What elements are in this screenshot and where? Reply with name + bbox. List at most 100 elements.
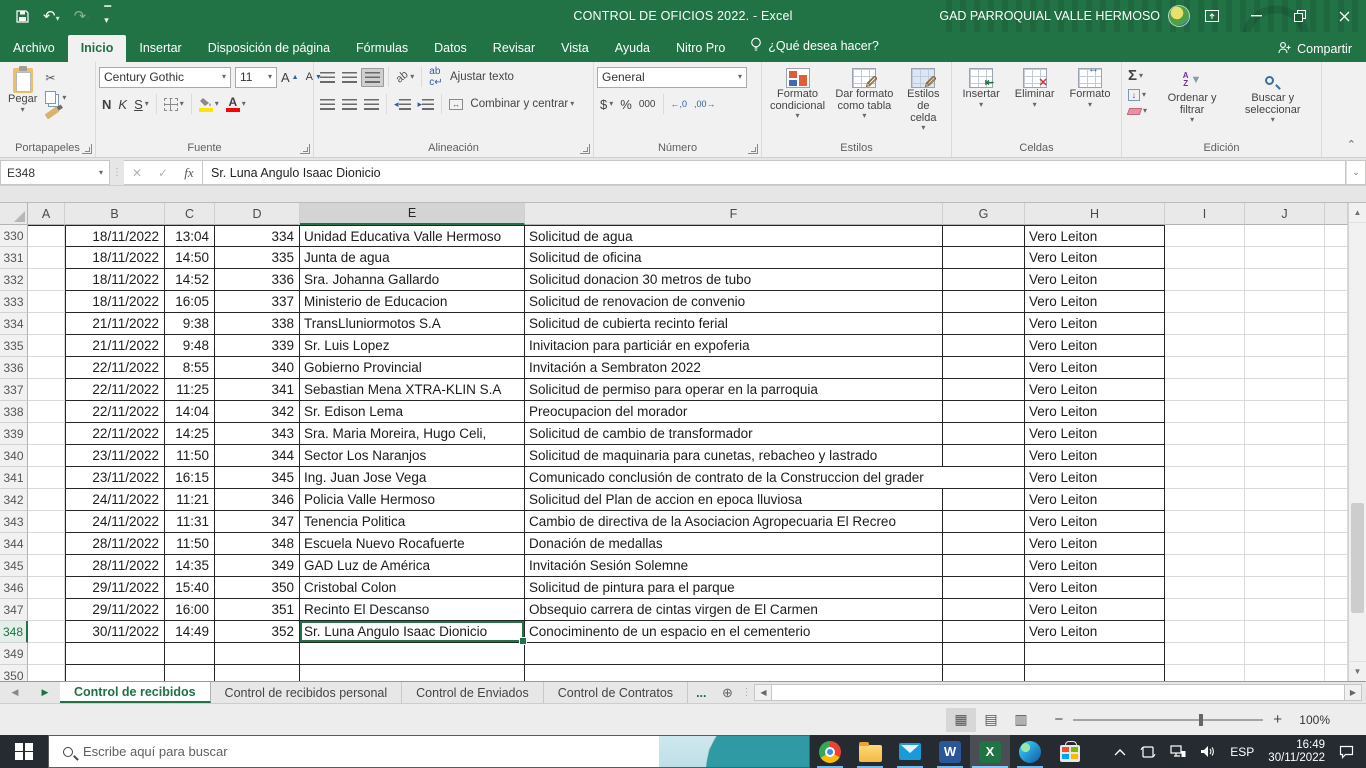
cell-B335[interactable]: 21/11/2022 <box>65 335 165 357</box>
tab-inicio[interactable]: Inicio <box>68 35 127 62</box>
cell-partial-340[interactable] <box>1325 445 1348 467</box>
cell-partial-344[interactable] <box>1325 533 1348 555</box>
horizontal-scroll-thumb[interactable] <box>771 685 1345 700</box>
sheet-nav-left-icon[interactable]: ◀ <box>0 682 30 703</box>
scroll-up-arrow[interactable]: ▲ <box>1349 203 1366 223</box>
cell-J332[interactable] <box>1245 269 1325 291</box>
scroll-down-arrow[interactable]: ▼ <box>1349 661 1366 681</box>
cell-A348[interactable] <box>28 621 65 643</box>
cell-J343[interactable] <box>1245 511 1325 533</box>
align-middle-button[interactable] <box>339 69 360 86</box>
borders-button[interactable]: ▾ <box>161 96 187 113</box>
zoom-slider[interactable] <box>1073 719 1263 721</box>
cell-H348[interactable]: Vero Leiton <box>1025 621 1165 643</box>
cell-J350[interactable] <box>1245 665 1325 681</box>
cell-I350[interactable] <box>1165 665 1245 681</box>
row-header-335[interactable]: 335 <box>0 335 28 357</box>
save-icon[interactable] <box>16 10 29 23</box>
cell-E345[interactable]: GAD Luz de América <box>300 555 525 577</box>
cell-I343[interactable] <box>1165 511 1245 533</box>
cell-A350[interactable] <box>28 665 65 681</box>
name-box[interactable]: E348 ▾ <box>0 160 110 185</box>
tab-disposicion[interactable]: Disposición de página <box>195 35 343 62</box>
row-header-343[interactable]: 343 <box>0 511 28 533</box>
cell-E330[interactable]: Unidad Educativa Valle Hermoso <box>300 225 525 247</box>
cell-A349[interactable] <box>28 643 65 665</box>
normal-view-button[interactable]: ▦ <box>946 708 976 732</box>
cell-C341[interactable]: 16:15 <box>165 467 215 489</box>
close-button[interactable] <box>1322 0 1366 32</box>
cell-G350[interactable] <box>943 665 1025 681</box>
cell-F339[interactable]: Solicitud de cambio de transformador <box>525 423 943 445</box>
cell-partial-343[interactable] <box>1325 511 1348 533</box>
cell-A333[interactable] <box>28 291 65 313</box>
cell-partial-335[interactable] <box>1325 335 1348 357</box>
cell-D338[interactable]: 342 <box>215 401 300 423</box>
font-dialog-launcher[interactable] <box>300 144 310 154</box>
cell-B345[interactable]: 28/11/2022 <box>65 555 165 577</box>
cell-C338[interactable]: 14:04 <box>165 401 215 423</box>
cell-G347[interactable] <box>943 599 1025 621</box>
scroll-left-arrow[interactable]: ◀ <box>755 685 771 700</box>
zoom-slider-thumb[interactable] <box>1199 714 1203 726</box>
font-size-combo[interactable]: 11▾ <box>235 67 277 88</box>
cell-G337[interactable] <box>943 379 1025 401</box>
cell-J335[interactable] <box>1245 335 1325 357</box>
cell-A335[interactable] <box>28 335 65 357</box>
cell-I334[interactable] <box>1165 313 1245 335</box>
cell-F343[interactable]: Cambio de directiva de la Asociacion Agr… <box>525 511 943 533</box>
cell-D330[interactable]: 334 <box>215 225 300 247</box>
cell-F335[interactable]: Inivitacion para particiár en expoferia <box>525 335 943 357</box>
taskbar-word[interactable]: W <box>930 735 970 768</box>
taskbar-clock[interactable]: 16:49 30/11/2022 <box>1268 739 1325 765</box>
number-format-combo[interactable]: General▾ <box>597 67 747 88</box>
cell-I341[interactable] <box>1165 467 1245 489</box>
cell-E331[interactable]: Junta de agua <box>300 247 525 269</box>
cell-F344[interactable]: Donación de medallas <box>525 533 943 555</box>
cell-I349[interactable] <box>1165 643 1245 665</box>
cell-G344[interactable] <box>943 533 1025 555</box>
cell-I337[interactable] <box>1165 379 1245 401</box>
cell-partial-336[interactable] <box>1325 357 1348 379</box>
cell-B336[interactable]: 22/11/2022 <box>65 357 165 379</box>
cell-C330[interactable]: 13:04 <box>165 225 215 247</box>
row-header-331[interactable]: 331 <box>0 247 28 269</box>
cell-I338[interactable] <box>1165 401 1245 423</box>
cell-partial-350[interactable] <box>1325 665 1348 681</box>
cell-C333[interactable]: 16:05 <box>165 291 215 313</box>
format-cells-button[interactable]: ↔ Formato▾ <box>1065 65 1116 112</box>
cell-A343[interactable] <box>28 511 65 533</box>
percent-button[interactable]: % <box>617 95 635 114</box>
minimize-button[interactable] <box>1234 0 1278 32</box>
cell-C343[interactable]: 11:31 <box>165 511 215 533</box>
insert-cells-button[interactable]: ⇤ Insertar▾ <box>958 65 1005 112</box>
cell-H332[interactable]: Vero Leiton <box>1025 269 1165 291</box>
cell-J333[interactable] <box>1245 291 1325 313</box>
vertical-scrollbar[interactable]: ▲ ▼ <box>1348 203 1366 681</box>
cell-partial-346[interactable] <box>1325 577 1348 599</box>
tab-nitro-pro[interactable]: Nitro Pro <box>663 35 738 62</box>
cell-partial-330[interactable] <box>1325 225 1348 247</box>
cell-I336[interactable] <box>1165 357 1245 379</box>
row-header-346[interactable]: 346 <box>0 577 28 599</box>
cell-E332[interactable]: Sra. Johanna Gallardo <box>300 269 525 291</box>
cell-F346[interactable]: Solicitud de pintura para el parque <box>525 577 943 599</box>
cell-F333[interactable]: Solicitud de renovacion de convenio <box>525 291 943 313</box>
cell-C347[interactable]: 16:00 <box>165 599 215 621</box>
insert-function-icon[interactable]: fx <box>176 165 202 181</box>
cell-J334[interactable] <box>1245 313 1325 335</box>
cell-D344[interactable]: 348 <box>215 533 300 555</box>
cell-E341[interactable]: Ing. Juan Jose Vega <box>300 467 525 489</box>
cell-H331[interactable]: Vero Leiton <box>1025 247 1165 269</box>
vertical-scroll-thumb[interactable] <box>1351 503 1364 613</box>
cell-F348[interactable]: Conociminento de un espacio en el cement… <box>525 621 943 643</box>
cell-F350[interactable] <box>525 665 943 681</box>
column-header-c[interactable]: C <box>165 203 215 225</box>
tab-vista[interactable]: Vista <box>548 35 602 62</box>
cell-J336[interactable] <box>1245 357 1325 379</box>
collapse-ribbon-button[interactable]: ⌃ <box>1347 138 1356 151</box>
cell-G342[interactable] <box>943 489 1025 511</box>
align-bottom-button[interactable] <box>361 68 384 87</box>
cell-C335[interactable]: 9:48 <box>165 335 215 357</box>
row-header-348[interactable]: 348 <box>0 621 28 643</box>
